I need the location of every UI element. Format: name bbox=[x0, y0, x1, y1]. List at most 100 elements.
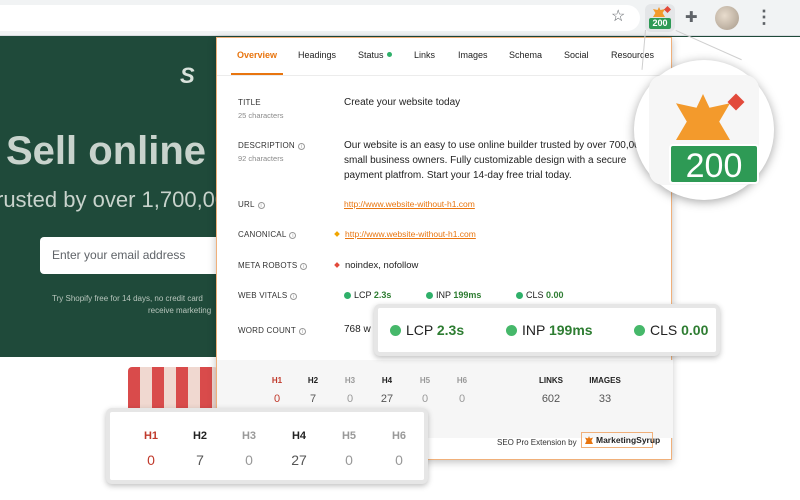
vital-lcp-value: 2.3s bbox=[373, 290, 392, 300]
callout-lcp-label: LCP bbox=[406, 322, 433, 338]
warning-diamond-icon bbox=[334, 231, 340, 237]
callout-cls-label: CLS bbox=[650, 322, 678, 338]
seo-extension-button[interactable]: 200 bbox=[645, 4, 675, 32]
stat-h2-value: 7 bbox=[309, 393, 317, 405]
active-tab-indicator bbox=[231, 73, 283, 75]
info-icon[interactable]: i bbox=[257, 202, 265, 209]
tab-resources[interactable]: Resources bbox=[611, 50, 654, 60]
meta-robots-value-row: noindex, nofollow bbox=[334, 258, 419, 273]
tab-social[interactable]: Social bbox=[564, 50, 589, 60]
marketingsyrup-logo[interactable]: MarketingSyrup bbox=[581, 432, 660, 448]
callout-h6-value: 0 bbox=[395, 452, 403, 468]
good-status-dot bbox=[634, 325, 645, 336]
url-label-row: URL i bbox=[238, 200, 265, 209]
callout-h1-label: H1 bbox=[143, 430, 159, 442]
info-icon[interactable]: i bbox=[300, 263, 308, 270]
puzzle-icon[interactable]: ✚ bbox=[685, 8, 698, 26]
title-char-count: 25 characters bbox=[238, 111, 284, 120]
stat-h1-value: 0 bbox=[273, 393, 281, 405]
tab-headings[interactable]: Headings bbox=[298, 50, 336, 60]
stat-h5-label: H5 bbox=[419, 376, 431, 385]
callout-inp-value: 199ms bbox=[548, 322, 593, 338]
shopify-logo-icon: S bbox=[180, 63, 195, 88]
stat-h6-value: 0 bbox=[458, 393, 466, 405]
web-vitals-label-row: WEB VITALS i bbox=[238, 291, 298, 300]
callout-h3-label: H3 bbox=[241, 430, 257, 442]
seo-extension-popup: Overview Headings Status Links Images Sc… bbox=[216, 37, 673, 460]
tab-status[interactable]: Status bbox=[358, 50, 392, 60]
vital-cls-label: CLS bbox=[526, 290, 544, 300]
magnified-extension-badge: 200 bbox=[634, 60, 774, 200]
vital-inp: INP 199ms bbox=[426, 290, 481, 300]
stat-h3-label: H3 bbox=[344, 376, 356, 385]
description-value: Our website is an easy to use online bui… bbox=[344, 140, 646, 181]
kebab-menu-icon[interactable]: ⋮ bbox=[755, 7, 773, 27]
meta-robots-label: META ROBOTS bbox=[238, 261, 298, 270]
url-value-row: http://www.website-without-h1.com bbox=[344, 197, 475, 212]
extension-badge: 200 bbox=[649, 18, 671, 29]
headings-callout: H1 H2 H3 H4 H5 H6 0 7 0 27 0 0 bbox=[106, 408, 428, 484]
callout-h5-label: H5 bbox=[341, 430, 357, 442]
magnified-status-badge: 200 bbox=[669, 144, 759, 185]
canonical-label-row: CANONICAL i bbox=[238, 230, 297, 239]
stat-images-label: IMAGES bbox=[589, 376, 621, 385]
tab-bar: Overview Headings Status Links Images Sc… bbox=[217, 38, 673, 76]
tab-status-label: Status bbox=[358, 50, 384, 60]
title-label: TITLE bbox=[238, 98, 261, 107]
tab-images[interactable]: Images bbox=[458, 50, 488, 60]
hero-headline: Sell online w bbox=[6, 129, 249, 173]
url-link[interactable]: http://www.website-without-h1.com bbox=[344, 199, 475, 209]
stat-h4-label: H4 bbox=[381, 376, 393, 385]
info-icon[interactable]: i bbox=[289, 232, 297, 239]
browser-toolbar: ☆ 200 ✚ ⋮ bbox=[0, 0, 800, 36]
description-label: DESCRIPTION bbox=[238, 141, 295, 150]
vital-cls-value: 0.00 bbox=[546, 290, 564, 300]
canonical-label: CANONICAL bbox=[238, 230, 287, 239]
good-status-dot bbox=[506, 325, 517, 336]
star-icon[interactable]: ☆ bbox=[611, 8, 625, 26]
good-status-dot bbox=[426, 292, 433, 299]
trial-text-2: receive marketing bbox=[148, 306, 212, 315]
vital-lcp: LCP 2.3s bbox=[344, 290, 391, 300]
word-count-value: 768 w bbox=[344, 324, 371, 335]
avatar[interactable] bbox=[715, 6, 739, 30]
canonical-value-row: http://www.website-without-h1.com bbox=[334, 227, 476, 242]
meta-robots-value: noindex, nofollow bbox=[345, 260, 419, 271]
canonical-link[interactable]: http://www.website-without-h1.com bbox=[345, 229, 476, 239]
footer-text: SEO Pro Extension by bbox=[497, 438, 577, 447]
callout-lcp-value: 2.3s bbox=[436, 322, 465, 338]
callout-inp: INP 199ms bbox=[506, 322, 593, 338]
stat-images-value: 33 bbox=[598, 393, 612, 405]
meta-robots-label-row: META ROBOTS i bbox=[238, 261, 308, 270]
callout-cls: CLS 0.00 bbox=[634, 322, 708, 338]
info-icon[interactable]: i bbox=[299, 328, 306, 335]
email-input[interactable]: Enter your email address bbox=[40, 237, 220, 274]
stat-h5-value: 0 bbox=[421, 393, 429, 405]
vital-lcp-label: LCP bbox=[354, 290, 372, 300]
word-count-label-row: WORD COUNT i bbox=[238, 326, 306, 335]
callout-h5-value: 0 bbox=[345, 452, 353, 468]
info-icon[interactable]: i bbox=[290, 293, 298, 300]
callout-h4-value: 27 bbox=[291, 452, 307, 468]
url-label: URL bbox=[238, 200, 255, 209]
description-label-row: DESCRIPTION i bbox=[238, 141, 305, 150]
good-status-dot bbox=[516, 292, 523, 299]
trial-text: Try Shopify free for 14 days, no credit … bbox=[52, 294, 203, 303]
info-icon[interactable]: i bbox=[297, 143, 305, 150]
vital-cls: CLS 0.00 bbox=[516, 290, 564, 300]
tab-overview[interactable]: Overview bbox=[237, 50, 277, 60]
callout-lcp: LCP 2.3s bbox=[390, 322, 464, 338]
callout-h2-value: 7 bbox=[196, 452, 204, 468]
address-bar[interactable] bbox=[0, 5, 640, 31]
good-status-dot bbox=[344, 292, 351, 299]
error-diamond-icon bbox=[334, 262, 340, 268]
tab-schema[interactable]: Schema bbox=[509, 50, 542, 60]
web-vitals-callout: LCP 2.3s INP 199ms CLS 0.00 bbox=[374, 304, 720, 356]
callout-cls-value: 0.00 bbox=[681, 322, 709, 338]
diamond-icon bbox=[663, 5, 672, 14]
callout-h4-label: H4 bbox=[291, 430, 307, 442]
stat-h1-label: H1 bbox=[271, 376, 283, 385]
vital-inp-value: 199ms bbox=[453, 290, 482, 300]
tab-links[interactable]: Links bbox=[414, 50, 435, 60]
stat-h4-value: 27 bbox=[380, 393, 394, 405]
